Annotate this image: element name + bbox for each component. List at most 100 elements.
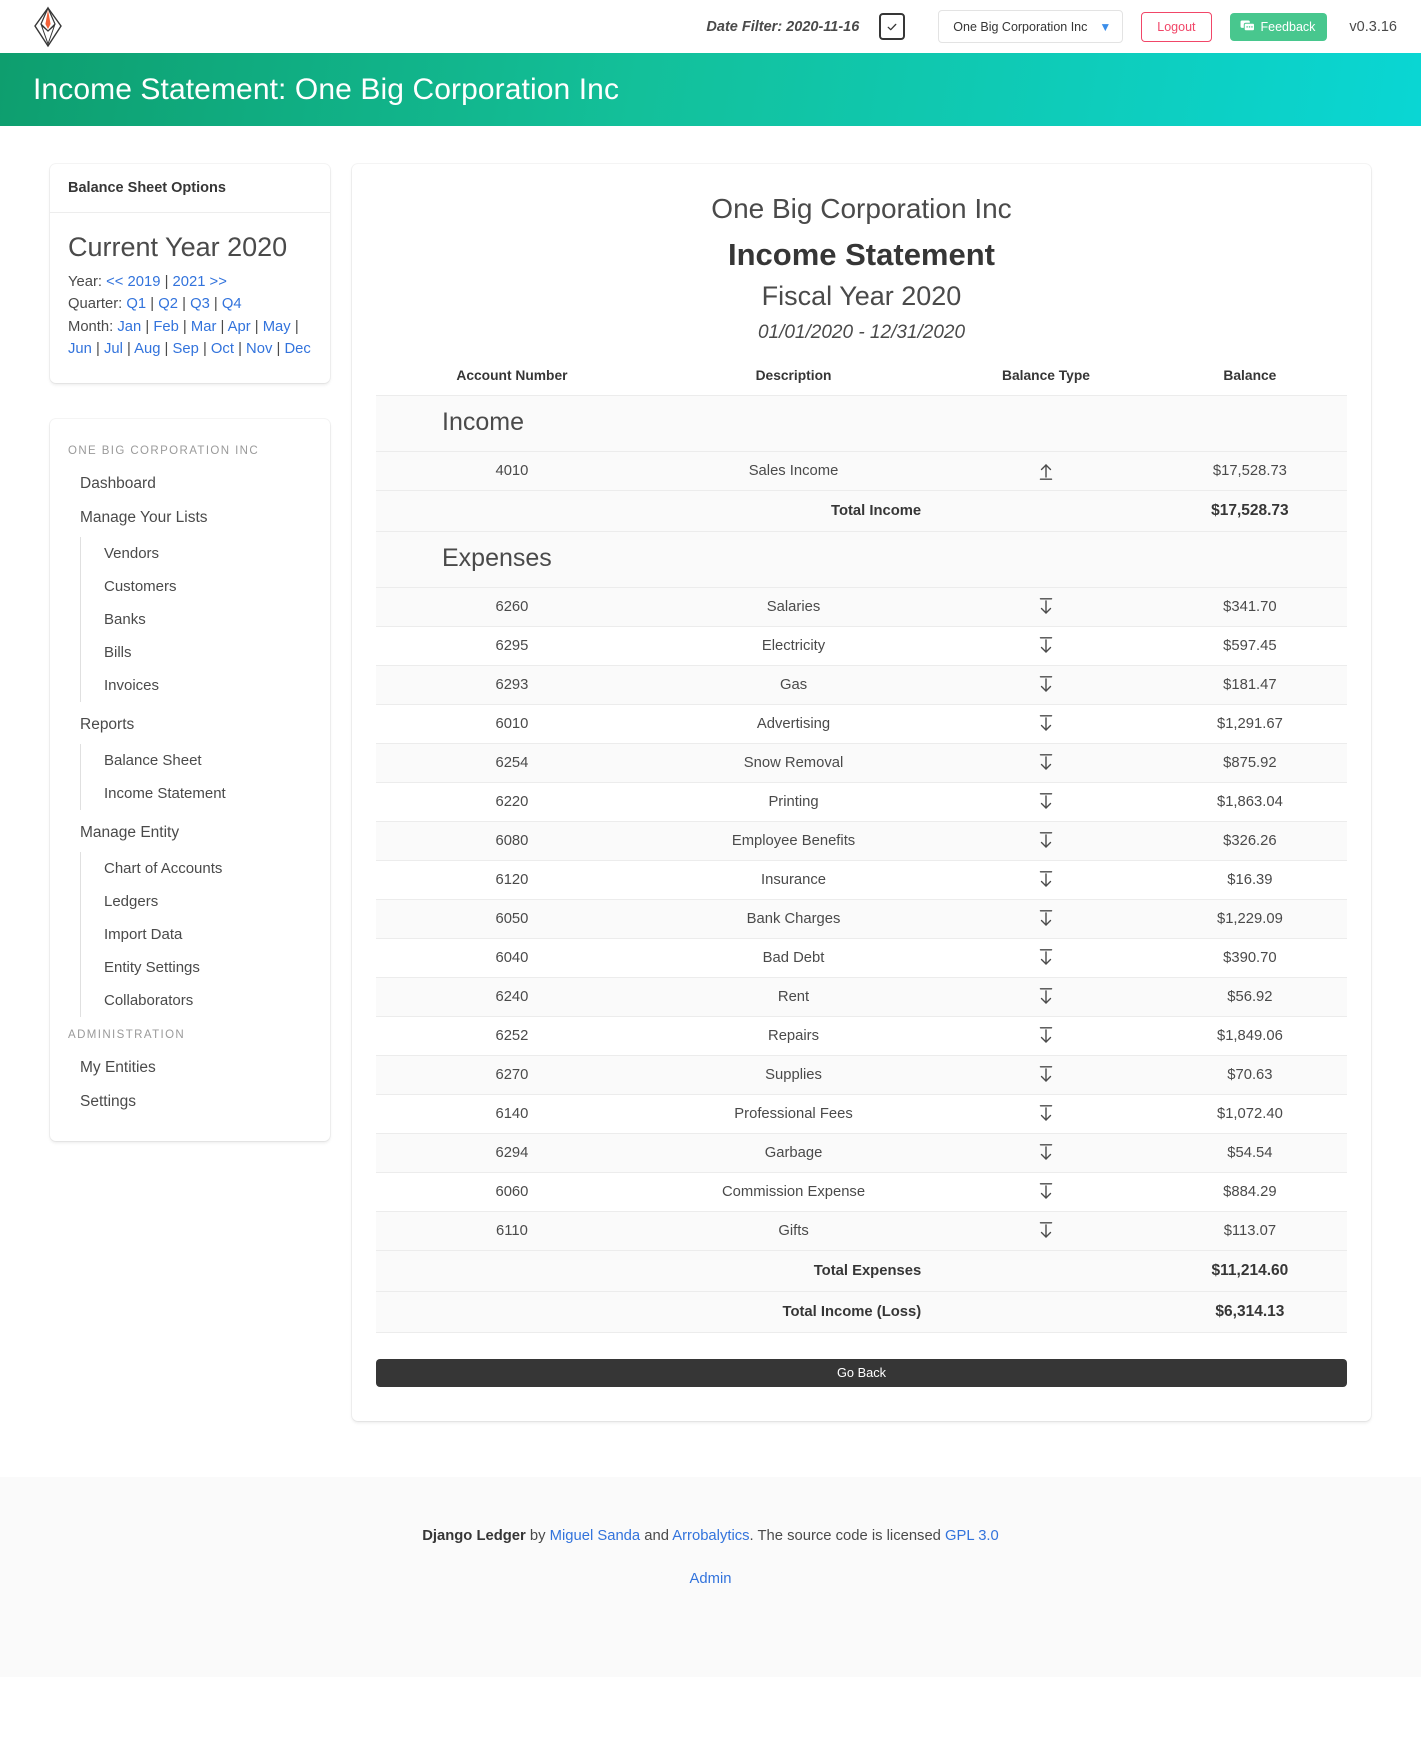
total-spacer-cell <box>939 1249 1153 1292</box>
month-label: Month: <box>68 318 114 335</box>
table-row[interactable]: 6220 Printing $1,863.04 <box>376 781 1347 822</box>
table-row[interactable]: 6040 Bad Debt $390.70 <box>376 937 1347 978</box>
year-link-prev[interactable]: << 2019 <box>106 274 160 290</box>
month-link-apr[interactable]: Apr <box>228 319 251 335</box>
sidebar-item-chart-of-accounts[interactable]: Chart of Accounts <box>81 852 330 885</box>
month-link-oct[interactable]: Oct <box>211 341 234 357</box>
sidebar-item-my-entities[interactable]: My Entities <box>50 1051 330 1085</box>
month-link-jan[interactable]: Jan <box>117 319 141 335</box>
table-row[interactable]: 6293 Gas $181.47 <box>376 664 1347 705</box>
table-row[interactable]: 6120 Insurance $16.39 <box>376 859 1347 900</box>
entity-select-dropdown[interactable]: One Big Corporation Inc ▼ <box>938 10 1124 43</box>
current-year-heading: Current Year 2020 <box>68 232 288 262</box>
arrobalytics-diamond-logo-icon <box>34 6 62 47</box>
description-cell: Professional Fees <box>647 1093 940 1134</box>
month-link-aug[interactable]: Aug <box>134 341 160 357</box>
account-number-cell: 6260 <box>376 586 648 627</box>
month-link-jun[interactable]: Jun <box>68 341 92 357</box>
description-cell: Repairs <box>647 1015 940 1056</box>
sidebar-item-entity-settings[interactable]: Entity Settings <box>81 951 330 984</box>
table-row[interactable]: 6080 Employee Benefits $326.26 <box>376 820 1347 861</box>
debit-arrow-down-icon <box>1039 949 1053 965</box>
sidebar-submenu-lists: Vendors Customers Banks Bills Invoices <box>80 536 330 702</box>
chevron-down-icon: ▼ <box>1099 19 1112 34</box>
balance-type-cell <box>939 1210 1153 1251</box>
sidebar-item-manage-entity[interactable]: Manage Entity <box>50 816 330 850</box>
total-value-cell: $17,528.73 <box>1152 489 1347 532</box>
sidebar-item-banks[interactable]: Banks <box>81 603 330 636</box>
table-row[interactable]: 6140 Professional Fees $1,072.40 <box>376 1093 1347 1134</box>
table-row[interactable]: 6295 Electricity $597.45 <box>376 625 1347 666</box>
balance-type-cell <box>939 1054 1153 1095</box>
sidebar-item-vendors[interactable]: Vendors <box>81 537 330 570</box>
month-link-dec[interactable]: Dec <box>284 341 310 357</box>
table-row[interactable]: 6110 Gifts $113.07 <box>376 1210 1347 1251</box>
sidebar: Balance Sheet Options Current Year 2020 … <box>50 164 330 1141</box>
table-row[interactable]: 6050 Bank Charges $1,229.09 <box>376 898 1347 939</box>
year-nav-row: Year: << 2019 | 2021 >> <box>68 273 227 290</box>
month-link-nov[interactable]: Nov <box>246 341 272 357</box>
month-link-feb[interactable]: Feb <box>153 319 179 335</box>
sidebar-item-reports[interactable]: Reports <box>50 708 330 742</box>
sidebar-item-customers[interactable]: Customers <box>81 570 330 603</box>
quarter-link-q1[interactable]: Q1 <box>126 296 146 312</box>
sidebar-item-ledgers[interactable]: Ledgers <box>81 885 330 918</box>
sidebar-item-collaborators[interactable]: Collaborators <box>81 984 330 1017</box>
sidebar-item-manage-your-lists[interactable]: Manage Your Lists <box>50 501 330 535</box>
page-hero-banner: Income Statement: One Big Corporation In… <box>0 53 1421 126</box>
sidebar-item-dashboard[interactable]: Dashboard <box>50 467 330 501</box>
debit-arrow-down-icon <box>1039 1105 1053 1121</box>
total-value-cell: $11,214.60 <box>1152 1249 1347 1292</box>
balance-cell: $341.70 <box>1152 586 1347 627</box>
report-date-range: 01/01/2020 - 12/31/2020 <box>757 321 966 343</box>
balance-cell: $884.29 <box>1152 1171 1347 1212</box>
month-link-jul[interactable]: Jul <box>104 341 123 357</box>
year-link-next[interactable]: 2021 >> <box>173 274 227 290</box>
footer-author-link[interactable]: Miguel Sanda <box>550 1528 641 1544</box>
sidebar-item-import-data[interactable]: Import Data <box>81 918 330 951</box>
logout-button[interactable]: Logout <box>1141 11 1212 42</box>
sidebar-item-bills[interactable]: Bills <box>81 636 330 669</box>
table-row[interactable]: 6240 Rent $56.92 <box>376 976 1347 1017</box>
balance-type-cell <box>939 820 1153 861</box>
balance-type-cell <box>939 703 1153 744</box>
sidebar-item-invoices[interactable]: Invoices <box>81 669 330 702</box>
table-row[interactable]: 6252 Repairs $1,849.06 <box>376 1015 1347 1056</box>
footer-admin-link[interactable]: Admin <box>690 1571 732 1587</box>
debit-arrow-down-icon <box>1039 715 1053 731</box>
calendar-check-icon-button[interactable] <box>879 13 906 40</box>
sidebar-menu-card: ONE BIG CORPORATION INC Dashboard Manage… <box>50 418 330 1141</box>
sidebar-item-settings[interactable]: Settings <box>50 1085 330 1119</box>
go-back-button[interactable]: Go Back <box>376 1358 1347 1387</box>
table-row[interactable]: 6254 Snow Removal $875.92 <box>376 742 1347 783</box>
quarter-link-q3[interactable]: Q3 <box>190 296 210 312</box>
footer-org-link[interactable]: Arrobalytics <box>672 1528 749 1544</box>
description-cell: Salaries <box>647 586 940 627</box>
sidebar-item-income-statement[interactable]: Income Statement <box>81 777 330 810</box>
account-number-cell: 4010 <box>376 450 648 491</box>
credit-arrow-up-icon <box>1039 464 1053 480</box>
table-row[interactable]: 6010 Advertising $1,291.67 <box>376 703 1347 744</box>
month-link-mar[interactable]: Mar <box>191 319 216 335</box>
month-link-sep[interactable]: Sep <box>173 341 199 357</box>
report-title: Income Statement <box>727 236 995 272</box>
table-row[interactable]: 6270 Supplies $70.63 <box>376 1054 1347 1095</box>
quarter-link-q4[interactable]: Q4 <box>222 296 242 312</box>
account-number-cell: 6010 <box>376 703 648 744</box>
brand-logo-link[interactable] <box>28 5 68 49</box>
table-row[interactable]: 6060 Commission Expense $884.29 <box>376 1171 1347 1212</box>
table-row[interactable]: 4010 Sales Income $17,528.73 <box>376 450 1347 491</box>
table-row[interactable]: 6294 Garbage $54.54 <box>376 1132 1347 1173</box>
sidebar-item-balance-sheet[interactable]: Balance Sheet <box>81 744 330 777</box>
month-link-may[interactable]: May <box>263 319 291 335</box>
footer-license-link[interactable]: GPL 3.0 <box>945 1528 999 1544</box>
balance-cell: $113.07 <box>1152 1210 1347 1251</box>
account-number-cell: 6240 <box>376 976 648 1017</box>
account-number-cell: 6120 <box>376 859 648 900</box>
footer-brand: Django Ledger <box>422 1527 526 1544</box>
quarter-nav-row: Quarter: Q1 | Q2 | Q3 | Q4 <box>68 296 242 313</box>
description-cell: Electricity <box>647 625 940 666</box>
table-row[interactable]: 6260 Salaries $341.70 <box>376 586 1347 627</box>
quarter-link-q2[interactable]: Q2 <box>158 296 178 312</box>
feedback-button[interactable]: Feedback <box>1229 12 1328 41</box>
